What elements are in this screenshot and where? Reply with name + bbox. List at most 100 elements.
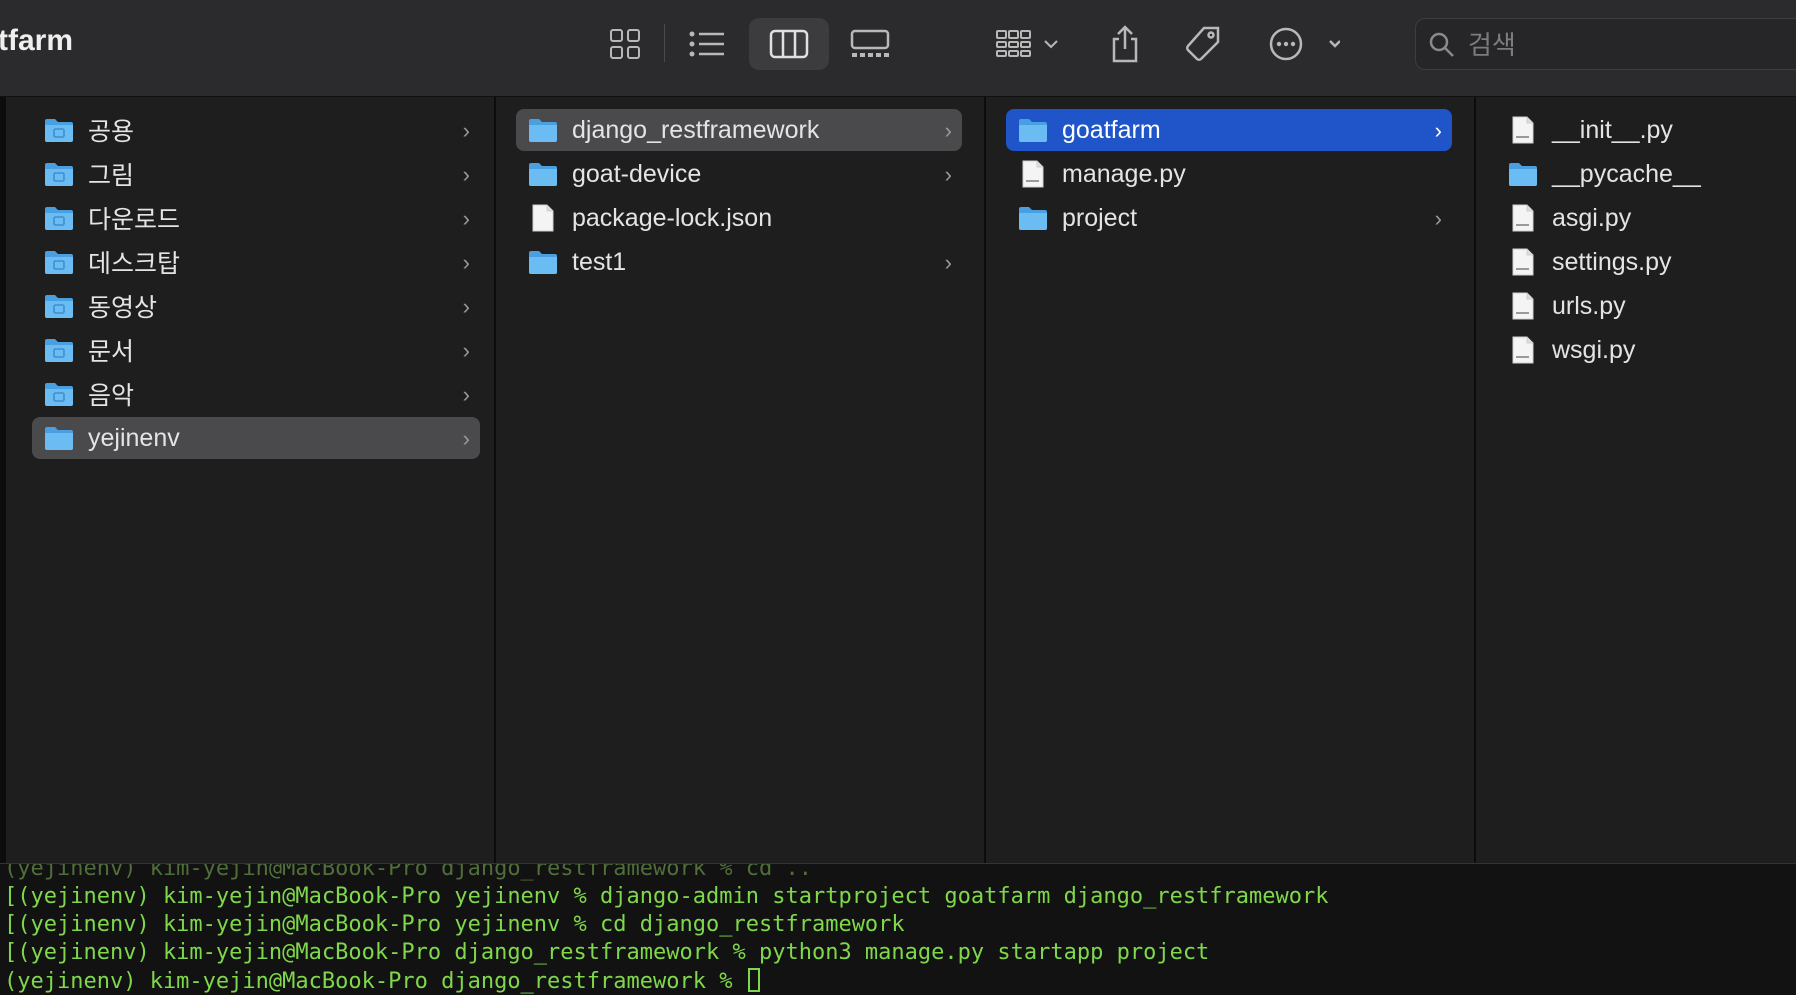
column-3-item[interactable]: manage.py	[1006, 153, 1452, 195]
list-view-button[interactable]	[682, 18, 732, 70]
column-1-item[interactable]: 그림 ›	[32, 153, 480, 195]
terminal-line: (yejinenv) kim-yejin@MacBook-Pro django_…	[4, 863, 812, 881]
toolbar-divider	[664, 24, 665, 62]
terminal-panel[interactable]: (yejinenv) kim-yejin@MacBook-Pro django_…	[0, 863, 1796, 995]
grid-view-icon	[610, 29, 640, 59]
column-2-item[interactable]: test1 ›	[516, 241, 962, 283]
gallery-view-icon	[850, 29, 890, 57]
column-4: __init__.py __pycache__ asgi.py settings.py…	[1476, 97, 1796, 863]
item-label: 동영상	[88, 294, 158, 322]
chevron-right-icon: ›	[462, 118, 470, 143]
item-label: 그림	[88, 162, 135, 190]
item-label: 다운로드	[88, 206, 181, 234]
folder-icon	[1018, 204, 1048, 232]
column-view-button[interactable]	[749, 18, 829, 70]
chevron-right-icon: ›	[944, 250, 952, 275]
chevron-right-icon: ›	[1434, 118, 1442, 143]
folder-pictures-icon	[44, 160, 74, 188]
column-1: 공용 › 그림 › 다운로드 › 데스크탑 › 동영상 › 문서 › 음악 › yejinenv ›	[0, 97, 496, 863]
chevron-right-icon: ›	[462, 294, 470, 319]
more-actions-button[interactable]	[1264, 18, 1344, 70]
folder-icon	[44, 424, 74, 452]
item-label: settings.py	[1552, 247, 1672, 276]
item-label: yejinenv	[88, 423, 180, 452]
group-by-button[interactable]	[990, 18, 1070, 70]
folder-documents-icon	[44, 336, 74, 364]
column-3-item[interactable]: project ›	[1006, 197, 1452, 239]
column-4-item[interactable]: asgi.py	[1496, 197, 1786, 239]
chevron-right-icon: ›	[1434, 206, 1442, 231]
column-3-item[interactable]: goatfarm ›	[1006, 109, 1452, 151]
item-label: 문서	[88, 338, 135, 366]
chevron-right-icon: ›	[462, 206, 470, 231]
column-1-item[interactable]: 문서 ›	[32, 329, 480, 371]
column-1-item[interactable]: 다운로드 ›	[32, 197, 480, 239]
item-label: urls.py	[1552, 291, 1626, 320]
chevron-right-icon: ›	[462, 250, 470, 275]
folder-icon	[528, 160, 558, 188]
item-label: project	[1062, 203, 1138, 232]
column-view-icon	[769, 29, 809, 59]
search-input[interactable]	[1466, 27, 1770, 63]
search-box[interactable]	[1415, 18, 1796, 70]
folder-icon	[1018, 116, 1048, 144]
group-icon	[996, 30, 1058, 57]
column-2-item[interactable]: goat-device ›	[516, 153, 962, 195]
column-4-item[interactable]: urls.py	[1496, 285, 1786, 327]
list-view-icon	[689, 31, 724, 57]
column-2-item[interactable]: package-lock.json	[516, 197, 962, 239]
python-file-icon	[1018, 160, 1048, 188]
column-1-item[interactable]: 동영상 ›	[32, 285, 480, 327]
folder-public-icon	[44, 116, 74, 144]
terminal-prompt: (yejinenv) kim-yejin@MacBook-Pro django_…	[4, 969, 746, 994]
column-1-item[interactable]: 음악 ›	[32, 373, 480, 415]
python-file-icon	[1508, 336, 1538, 364]
folder-desktop-icon	[44, 248, 74, 276]
chevron-right-icon: ›	[944, 118, 952, 143]
column-4-item[interactable]: settings.py	[1496, 241, 1786, 283]
column-4-item[interactable]: __pycache__	[1496, 153, 1786, 195]
column-2-item[interactable]: django_restframework ›	[516, 109, 962, 151]
python-file-icon	[1508, 292, 1538, 320]
chevron-right-icon: ›	[462, 338, 470, 363]
item-label: django_restframework	[572, 115, 820, 144]
folder-movies-icon	[44, 292, 74, 320]
terminal-line: [(yejinenv) kim-yejin@MacBook-Pro yejine…	[4, 912, 905, 937]
share-icon	[1112, 25, 1138, 63]
column-1-item[interactable]: 데스크탑 ›	[32, 241, 480, 283]
item-label: __init__.py	[1552, 115, 1673, 144]
item-label: goat-device	[572, 159, 702, 188]
column-browser: 공용 › 그림 › 다운로드 › 데스크탑 › 동영상 › 문서 › 음악 › yejinenv › djan…	[0, 97, 1796, 863]
finder-toolbar: tfarm	[0, 0, 1796, 97]
more-icon	[1269, 27, 1340, 61]
python-file-icon	[1508, 116, 1538, 144]
item-label: package-lock.json	[572, 203, 773, 232]
column-4-item[interactable]: __init__.py	[1496, 109, 1786, 151]
gallery-view-button[interactable]	[845, 18, 895, 70]
python-file-icon	[1508, 248, 1538, 276]
item-label: manage.py	[1062, 159, 1186, 188]
item-label: 공용	[88, 118, 135, 146]
terminal-prompt-line[interactable]: (yejinenv) kim-yejin@MacBook-Pro django_…	[4, 968, 760, 994]
column-1-item[interactable]: 공용 ›	[32, 109, 480, 151]
column-1-item[interactable]: yejinenv ›	[32, 417, 480, 459]
terminal-line: [(yejinenv) kim-yejin@MacBook-Pro yejine…	[4, 884, 1329, 909]
item-label: asgi.py	[1552, 203, 1632, 232]
column-2: django_restframework › goat-device › package…	[496, 97, 986, 863]
column-4-item[interactable]: wsgi.py	[1496, 329, 1786, 371]
folder-icon	[1508, 160, 1538, 188]
item-label: __pycache__	[1552, 159, 1701, 188]
search-icon	[1429, 32, 1454, 57]
item-label: goatfarm	[1062, 115, 1161, 144]
chevron-right-icon: ›	[462, 426, 470, 451]
chevron-right-icon: ›	[462, 382, 470, 407]
window-title: tfarm	[0, 24, 74, 57]
folder-downloads-icon	[44, 204, 74, 232]
tag-button[interactable]	[1178, 18, 1228, 70]
terminal-cursor	[747, 968, 760, 992]
grid-view-button[interactable]	[600, 18, 650, 70]
item-label: wsgi.py	[1552, 335, 1636, 364]
share-button[interactable]	[1100, 18, 1150, 70]
folder-music-icon	[44, 380, 74, 408]
tag-icon	[1186, 26, 1220, 61]
